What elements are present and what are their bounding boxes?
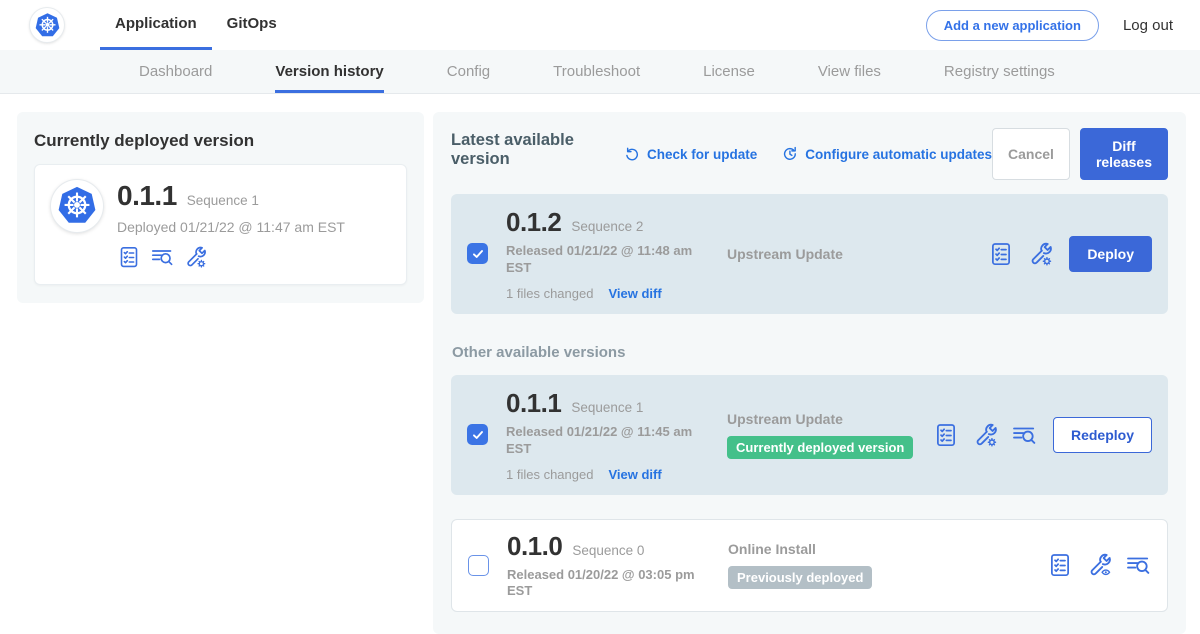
subnav-tab-license[interactable]: License (703, 50, 755, 93)
diff-releases-button[interactable]: Diff releases (1080, 128, 1168, 180)
version-card-0-1-2: 0.1.2 Sequence 2 Released 01/21/22 @ 11:… (451, 194, 1168, 314)
top-nav-tabs: Application GitOps (100, 0, 292, 50)
check-for-update-link[interactable]: Check for update (623, 145, 757, 163)
tab-gitops-label: GitOps (227, 15, 277, 32)
version-info: 0.1.0 Sequence 0 Released 01/20/22 @ 03:… (507, 531, 728, 601)
kubernetes-logo-icon (34, 12, 61, 39)
version-card-0-1-0: 0.1.0 Sequence 0 Released 01/20/22 @ 03:… (451, 519, 1168, 613)
deployed-version-info: 0.1.1 Sequence 1 Deployed 01/21/22 @ 11:… (117, 180, 345, 269)
files-changed-label: 1 files changed (506, 286, 593, 301)
sequence-label: Sequence 0 (572, 543, 644, 558)
source-label: Online Install (728, 541, 872, 557)
deploy-button[interactable]: Deploy (1069, 236, 1152, 272)
logout-link[interactable]: Log out (1123, 17, 1173, 34)
add-new-application-button[interactable]: Add a new application (926, 10, 1099, 41)
refresh-icon (623, 145, 641, 163)
deployed-sequence-label: Sequence 1 (187, 193, 259, 208)
kubernetes-logo-icon (56, 185, 98, 227)
check-icon (471, 428, 485, 442)
view-diff-link[interactable]: View diff (608, 467, 661, 482)
top-nav-right: Add a new application Log out (926, 0, 1173, 50)
file-search-icon[interactable] (1011, 422, 1037, 448)
other-available-versions-title: Other available versions (452, 344, 1168, 361)
file-search-icon[interactable] (1125, 552, 1151, 578)
tab-application[interactable]: Application (100, 0, 212, 50)
config-wrench-gear-icon[interactable] (183, 245, 207, 269)
redeploy-button[interactable]: Redeploy (1053, 417, 1152, 453)
version-checkbox[interactable] (467, 424, 488, 445)
version-actions (1047, 552, 1151, 578)
currently-deployed-badge: Currently deployed version (727, 436, 913, 459)
app-logo[interactable] (30, 8, 64, 42)
deployed-version-number: 0.1.1 (117, 180, 177, 212)
available-versions-panel: Latest available version Check for updat… (433, 112, 1186, 634)
version-source: Upstream Update Currently deployed versi… (727, 411, 913, 459)
top-nav: Application GitOps Add a new application… (0, 0, 1200, 50)
version-checkbox[interactable] (468, 555, 489, 576)
released-timestamp: Released 01/20/22 @ 03:05 pm EST (507, 567, 712, 601)
deployed-actions (117, 245, 345, 269)
cancel-button[interactable]: Cancel (992, 128, 1070, 180)
main-content: Currently deployed version 0.1.1 Sequenc… (0, 94, 1200, 634)
version-number: 0.1.2 (506, 207, 561, 238)
version-actions: Deploy (988, 236, 1152, 272)
previously-deployed-badge: Previously deployed (728, 566, 872, 589)
version-number: 0.1.1 (506, 388, 561, 419)
deployed-version-card: 0.1.1 Sequence 1 Deployed 01/21/22 @ 11:… (34, 164, 407, 285)
preflight-checklist-icon[interactable] (1047, 552, 1073, 578)
update-links: Check for update Configure automatic upd… (623, 145, 992, 163)
files-changed-label: 1 files changed (506, 467, 593, 482)
latest-available-title: Latest available version (451, 131, 611, 169)
subnav-tab-registry-settings[interactable]: Registry settings (944, 50, 1055, 93)
subnav-tab-dashboard[interactable]: Dashboard (139, 50, 212, 93)
config-wrench-gear-icon[interactable] (1027, 241, 1053, 267)
version-checkbox[interactable] (467, 243, 488, 264)
preflight-checklist-icon[interactable] (988, 241, 1014, 267)
version-source: Upstream Update (727, 246, 843, 262)
source-label: Upstream Update (727, 246, 843, 262)
tab-gitops[interactable]: GitOps (212, 0, 292, 50)
subnav-tab-version-history[interactable]: Version history (275, 50, 383, 93)
diff-actions: Cancel Diff releases (992, 128, 1168, 180)
subnav-tab-view-files[interactable]: View files (818, 50, 881, 93)
released-timestamp: Released 01/21/22 @ 11:45 am EST (506, 424, 711, 458)
deployed-timestamp: Deployed 01/21/22 @ 11:47 am EST (117, 219, 345, 235)
check-for-update-label: Check for update (647, 147, 757, 162)
file-search-icon[interactable] (150, 245, 174, 269)
version-info: 0.1.2 Sequence 2 Released 01/21/22 @ 11:… (506, 207, 727, 301)
app-icon-badge (51, 180, 103, 232)
version-info: 0.1.1 Sequence 1 Released 01/21/22 @ 11:… (506, 388, 727, 482)
sequence-label: Sequence 1 (571, 400, 643, 415)
version-actions: Redeploy (933, 417, 1152, 453)
config-wrench-gear-icon[interactable] (972, 422, 998, 448)
preflight-checklist-icon[interactable] (933, 422, 959, 448)
view-diff-link[interactable]: View diff (608, 286, 661, 301)
app-subnav: Dashboard Version history Config Trouble… (0, 50, 1200, 94)
check-icon (471, 247, 485, 261)
version-number: 0.1.0 (507, 531, 562, 562)
configure-automatic-updates-link[interactable]: Configure automatic updates (781, 145, 992, 163)
config-wrench-eye-icon[interactable] (1086, 552, 1112, 578)
tab-application-label: Application (115, 15, 197, 32)
sequence-label: Sequence 2 (571, 219, 643, 234)
currently-deployed-title: Currently deployed version (34, 131, 407, 151)
currently-deployed-panel: Currently deployed version 0.1.1 Sequenc… (17, 112, 424, 303)
version-source: Online Install Previously deployed (728, 541, 872, 589)
source-label: Upstream Update (727, 411, 913, 427)
configure-automatic-updates-label: Configure automatic updates (805, 147, 992, 162)
version-card-0-1-1: 0.1.1 Sequence 1 Released 01/21/22 @ 11:… (451, 375, 1168, 495)
subnav-tab-troubleshoot[interactable]: Troubleshoot (553, 50, 640, 93)
subnav-tab-config[interactable]: Config (447, 50, 490, 93)
versions-panel-header: Latest available version Check for updat… (451, 128, 1168, 180)
released-timestamp: Released 01/21/22 @ 11:48 am EST (506, 243, 711, 277)
clock-refresh-icon (781, 145, 799, 163)
preflight-checklist-icon[interactable] (117, 245, 141, 269)
